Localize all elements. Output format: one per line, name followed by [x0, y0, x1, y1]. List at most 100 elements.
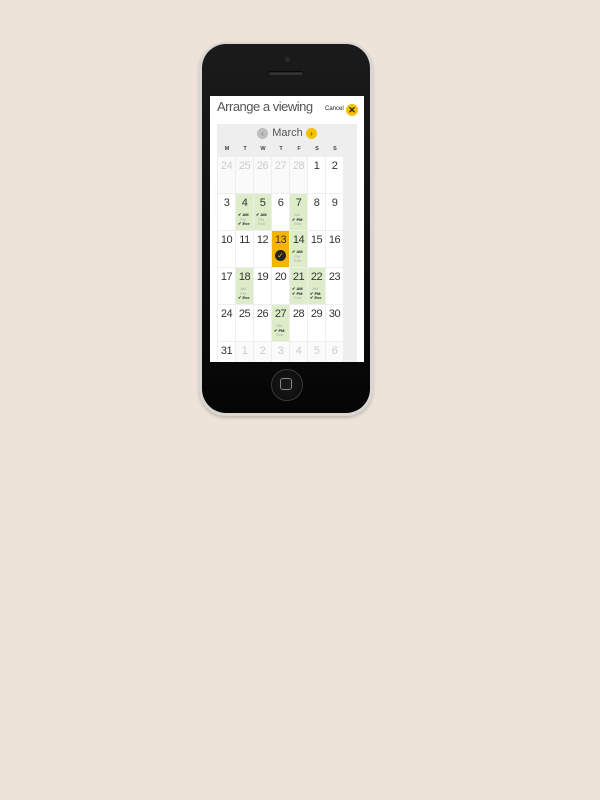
time-slot[interactable]: ✔ Eve [310, 296, 325, 301]
day-cell[interactable]: 17 [218, 268, 235, 304]
time-slots: ✔ AM PM Eve [256, 212, 271, 227]
day-number: 3 [223, 197, 230, 209]
app-screen: Arrange a viewing Cancel ✕ ‹ March › M T W… [210, 96, 364, 362]
day-number: 3 [277, 345, 284, 357]
day-number: 2 [259, 345, 266, 357]
day-cell[interactable]: 15 [308, 231, 325, 267]
day-number: 1 [313, 160, 320, 172]
time-slots: ✔ AM ✔ PM Eve [292, 286, 307, 301]
day-cell[interactable]: 31 [218, 342, 235, 362]
time-slot[interactable]: Eve [256, 222, 271, 227]
day-number: 28 [292, 308, 305, 320]
day-number: 22 [310, 271, 323, 283]
day-cell[interactable]: 2 [326, 157, 343, 193]
time-slots: AM ✔ PM Eve [292, 212, 307, 227]
day-cell[interactable]: 29 [308, 305, 325, 341]
day-cell[interactable]: 19 [254, 268, 271, 304]
day-cell[interactable]: 14 ✔ AM PM Eve [290, 231, 307, 267]
chevron-left-icon[interactable]: ‹ [257, 128, 268, 139]
time-slot[interactable]: Eve [292, 259, 307, 264]
day-number: 24 [220, 308, 233, 320]
chevron-right-icon[interactable]: › [306, 128, 317, 139]
day-cell[interactable]: 16 [326, 231, 343, 267]
day-number: 1 [241, 345, 248, 357]
day-cell: 3 [272, 342, 289, 362]
day-number: 4 [295, 345, 302, 357]
day-number: 11 [239, 234, 250, 246]
month-label: March [272, 127, 303, 139]
day-cell[interactable]: 12 [254, 231, 271, 267]
day-cell[interactable]: 7 AM ✔ PM Eve [290, 194, 307, 230]
time-slot[interactable]: ✔ Eve [238, 222, 253, 227]
day-cell[interactable]: 10 [218, 231, 235, 267]
day-number: 25 [238, 160, 251, 172]
day-number: 24 [220, 160, 233, 172]
day-cell[interactable]: 22 AM ✔ PM ✔ Eve [308, 268, 325, 304]
time-slot[interactable]: Eve [292, 222, 307, 227]
day-number: 6 [331, 345, 338, 357]
cancel-link[interactable]: Cancel [325, 106, 344, 112]
day-cell[interactable]: 11 [236, 231, 253, 267]
day-cell[interactable]: 27 AM ✔ PM Eve [272, 305, 289, 341]
day-cell: 1 [236, 342, 253, 362]
check-icon: ✓ [275, 250, 286, 261]
day-number: 16 [328, 234, 341, 246]
calendar: ‹ March › MTWTFSS 24 25 26 27 28 1 2 3 4 ✔ AM PM ✔… [217, 124, 357, 362]
day-cell: 6 [326, 342, 343, 362]
day-number: 7 [295, 197, 302, 209]
speaker-grille [269, 71, 303, 75]
camera-icon [285, 57, 290, 62]
time-slot[interactable]: Eve [274, 333, 289, 338]
day-number: 4 [241, 197, 248, 209]
day-cell: 5 [308, 342, 325, 362]
day-number: 6 [277, 197, 284, 209]
day-cell[interactable]: 5 ✔ AM PM Eve [254, 194, 271, 230]
day-cell[interactable]: 6 [272, 194, 289, 230]
day-number: 25 [238, 308, 251, 320]
day-cell: 26 [254, 157, 271, 193]
day-number: 30 [328, 308, 341, 320]
day-number: 31 [220, 345, 233, 357]
home-square-icon [280, 378, 292, 390]
day-number: 20 [274, 271, 287, 283]
day-cell[interactable]: 4 ✔ AM PM ✔ Eve [236, 194, 253, 230]
day-cell[interactable]: 21 ✔ AM ✔ PM Eve [290, 268, 307, 304]
day-number: 27 [274, 160, 287, 172]
day-number: 10 [220, 234, 233, 246]
day-cell: 27 [272, 157, 289, 193]
day-cell[interactable]: 25 [236, 305, 253, 341]
weekday-label: S [315, 146, 319, 152]
day-cell[interactable]: 8 [308, 194, 325, 230]
weekday-label: S [333, 146, 337, 152]
time-slot[interactable]: Eve [292, 296, 307, 301]
day-cell[interactable]: 30 [326, 305, 343, 341]
day-number: 5 [259, 197, 266, 209]
weekday-label: T [279, 146, 283, 152]
day-cell[interactable]: 28 [290, 305, 307, 341]
day-number: 17 [220, 271, 233, 283]
day-cell-selected[interactable]: 13 ✓ [272, 231, 289, 267]
day-number: 12 [256, 234, 269, 246]
weekday-label: F [297, 146, 301, 152]
day-number: 26 [256, 308, 269, 320]
day-cell[interactable]: 18 AM PM ✔ Eve [236, 268, 253, 304]
weekday-label: M [224, 146, 230, 152]
day-cell[interactable]: 26 [254, 305, 271, 341]
day-cell[interactable]: 20 [272, 268, 289, 304]
time-slot[interactable]: ✔ Eve [238, 296, 253, 301]
time-slots: ✔ AM PM ✔ Eve [238, 212, 253, 227]
day-cell: 2 [254, 342, 271, 362]
day-cell[interactable]: 3 [218, 194, 235, 230]
time-slots: ✔ AM PM Eve [292, 249, 307, 264]
day-cell[interactable]: 24 [218, 305, 235, 341]
day-number: 18 [238, 271, 251, 283]
day-number: 8 [313, 197, 320, 209]
weekday-label: W [260, 146, 266, 152]
day-number: 15 [310, 234, 323, 246]
close-icon[interactable]: ✕ [346, 104, 358, 116]
day-number: 2 [331, 160, 338, 172]
day-cell[interactable]: 9 [326, 194, 343, 230]
day-cell[interactable]: 1 [308, 157, 325, 193]
day-number: 26 [256, 160, 269, 172]
day-cell[interactable]: 23 [326, 268, 343, 304]
